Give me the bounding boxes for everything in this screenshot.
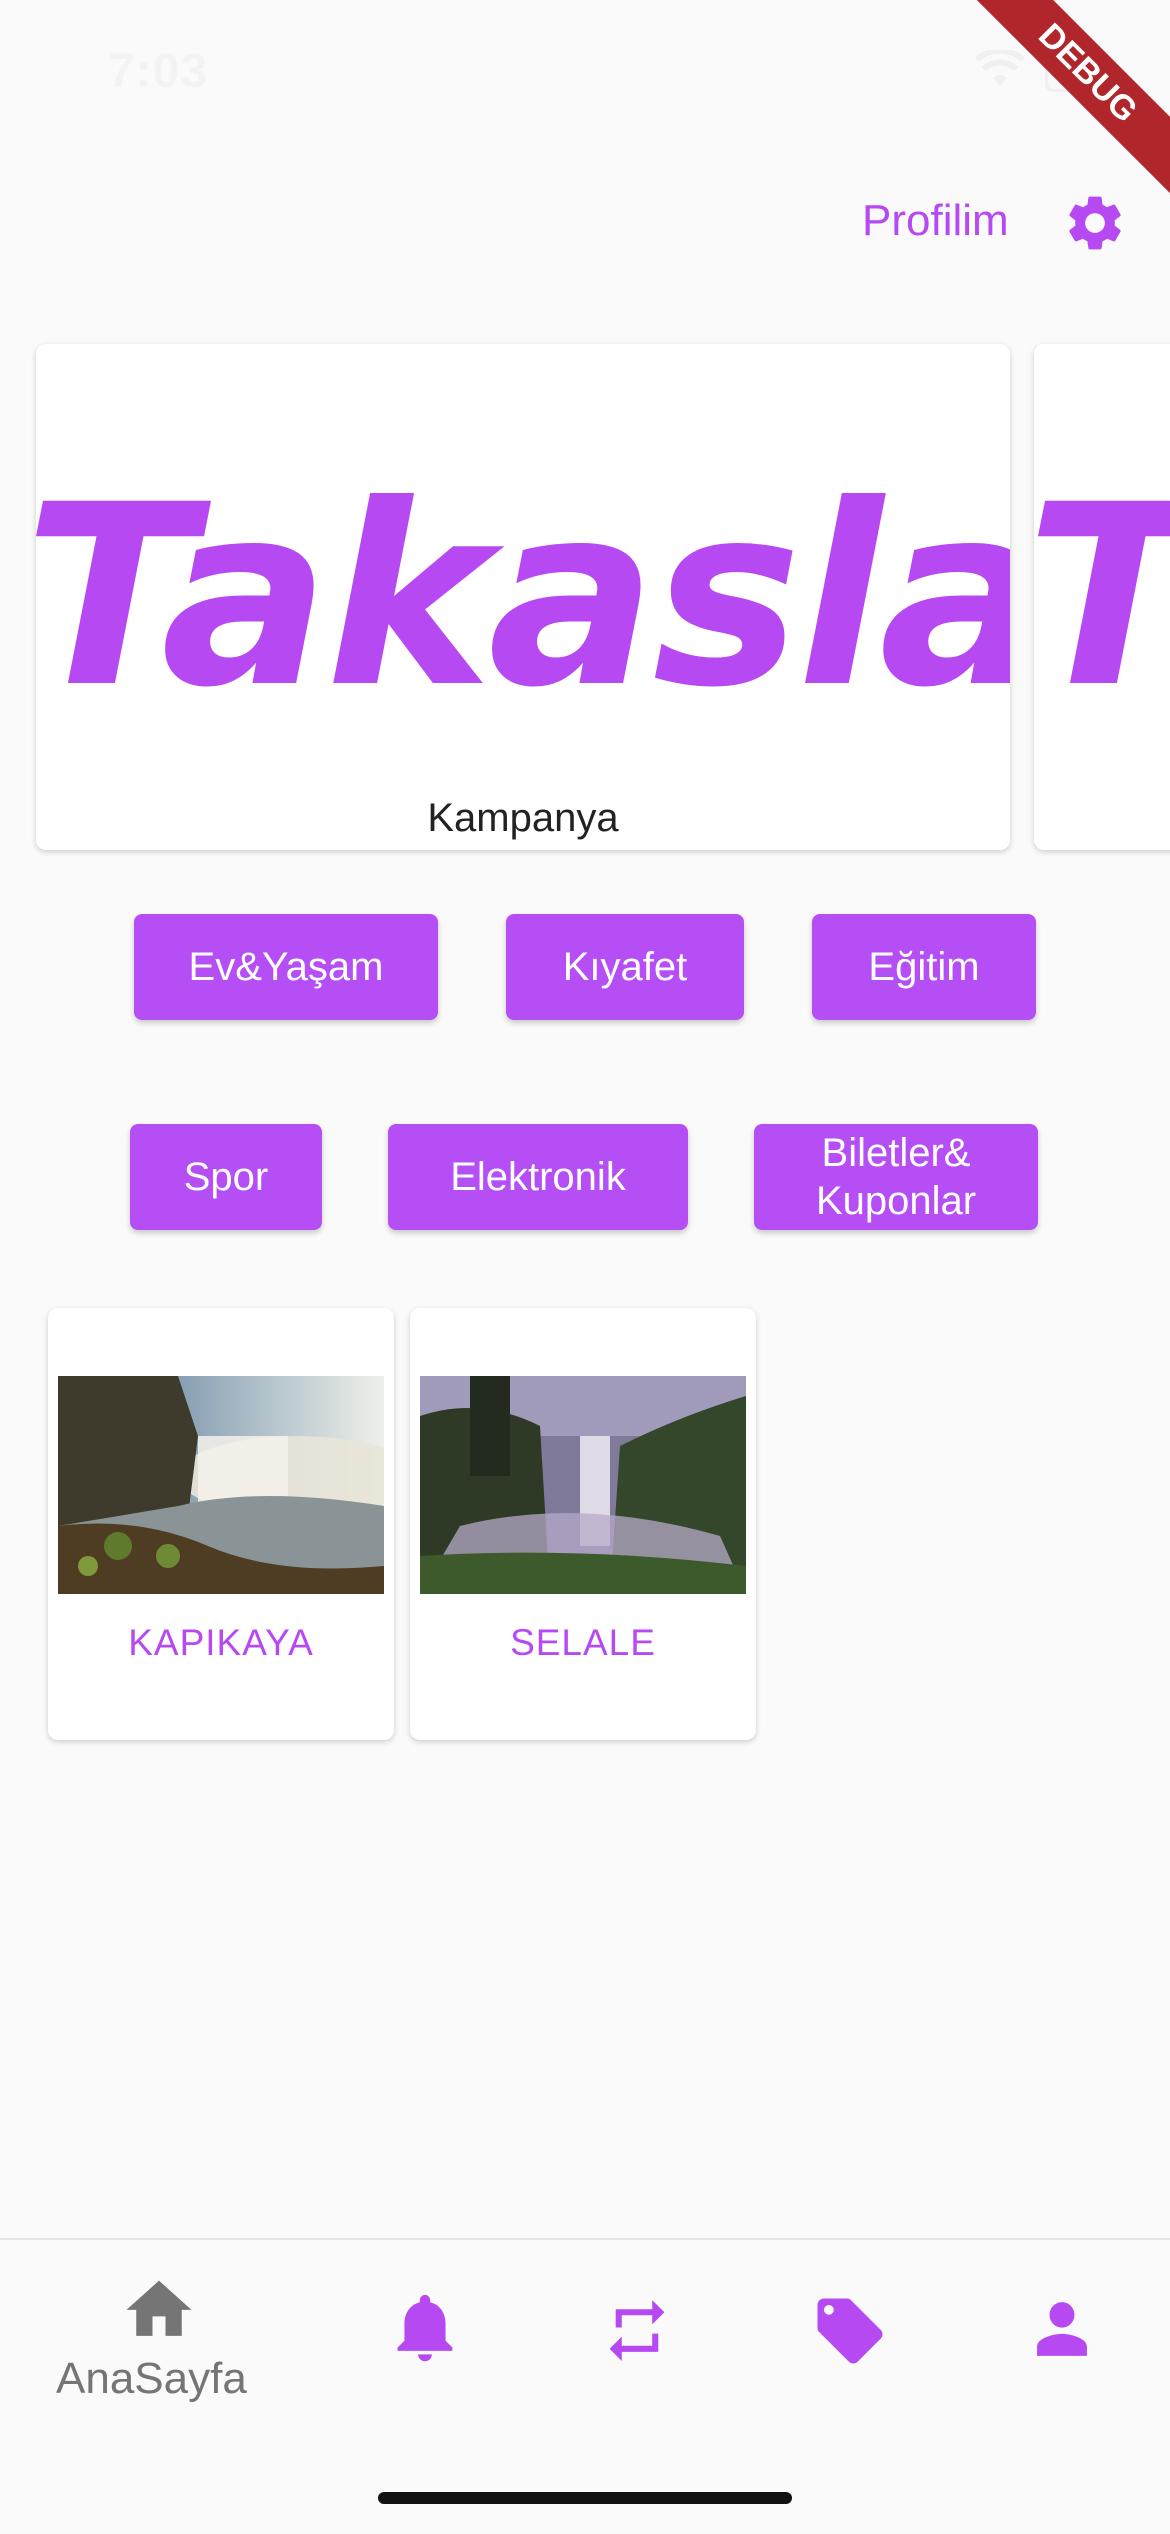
campaign-carousel-card[interactable]: Takasla Kampanya	[36, 344, 1010, 850]
product-image-waterfall	[58, 1376, 384, 1594]
category-button-egitim[interactable]: Eğitim	[812, 914, 1036, 1020]
bell-icon[interactable]	[392, 2290, 458, 2369]
product-card[interactable]: SELALE	[410, 1308, 756, 1740]
home-icon[interactable]	[120, 2270, 198, 2345]
nav-label-home[interactable]: AnaSayfa	[56, 2354, 247, 2404]
home-indicator	[378, 2492, 792, 2504]
campaign-carousel-card-next[interactable]: T	[1034, 344, 1170, 850]
category-button-spor[interactable]: Spor	[130, 1124, 322, 1230]
gear-icon[interactable]	[1062, 190, 1128, 261]
profile-link[interactable]: Profilim	[862, 196, 1009, 246]
category-button-elektronik[interactable]: Elektronik	[388, 1124, 688, 1230]
takasla-logo-text-partial: T	[1034, 472, 1170, 722]
status-time: 7:03	[108, 45, 209, 98]
category-button-ev-yasam[interactable]: Ev&Yaşam	[134, 914, 438, 1020]
takasla-logo-text: Takasla	[36, 451, 1010, 742]
category-button-biletler-kuponlar[interactable]: Biletler& Kuponlar	[754, 1124, 1038, 1230]
product-card[interactable]: KAPIKAYA	[48, 1308, 394, 1740]
swap-icon[interactable]	[600, 2294, 674, 2369]
category-button-kiyafet[interactable]: Kıyafet	[506, 914, 744, 1020]
tag-icon[interactable]	[810, 2292, 890, 2375]
product-image-waterfall	[420, 1376, 746, 1594]
person-icon[interactable]	[1028, 2296, 1096, 2367]
debug-banner: DEBUG	[962, 0, 1170, 199]
campaign-caption: Kampanya	[427, 796, 619, 840]
product-name: KAPIKAYA	[128, 1622, 314, 1663]
product-name: SELALE	[510, 1622, 656, 1663]
wifi-icon	[974, 47, 1026, 93]
